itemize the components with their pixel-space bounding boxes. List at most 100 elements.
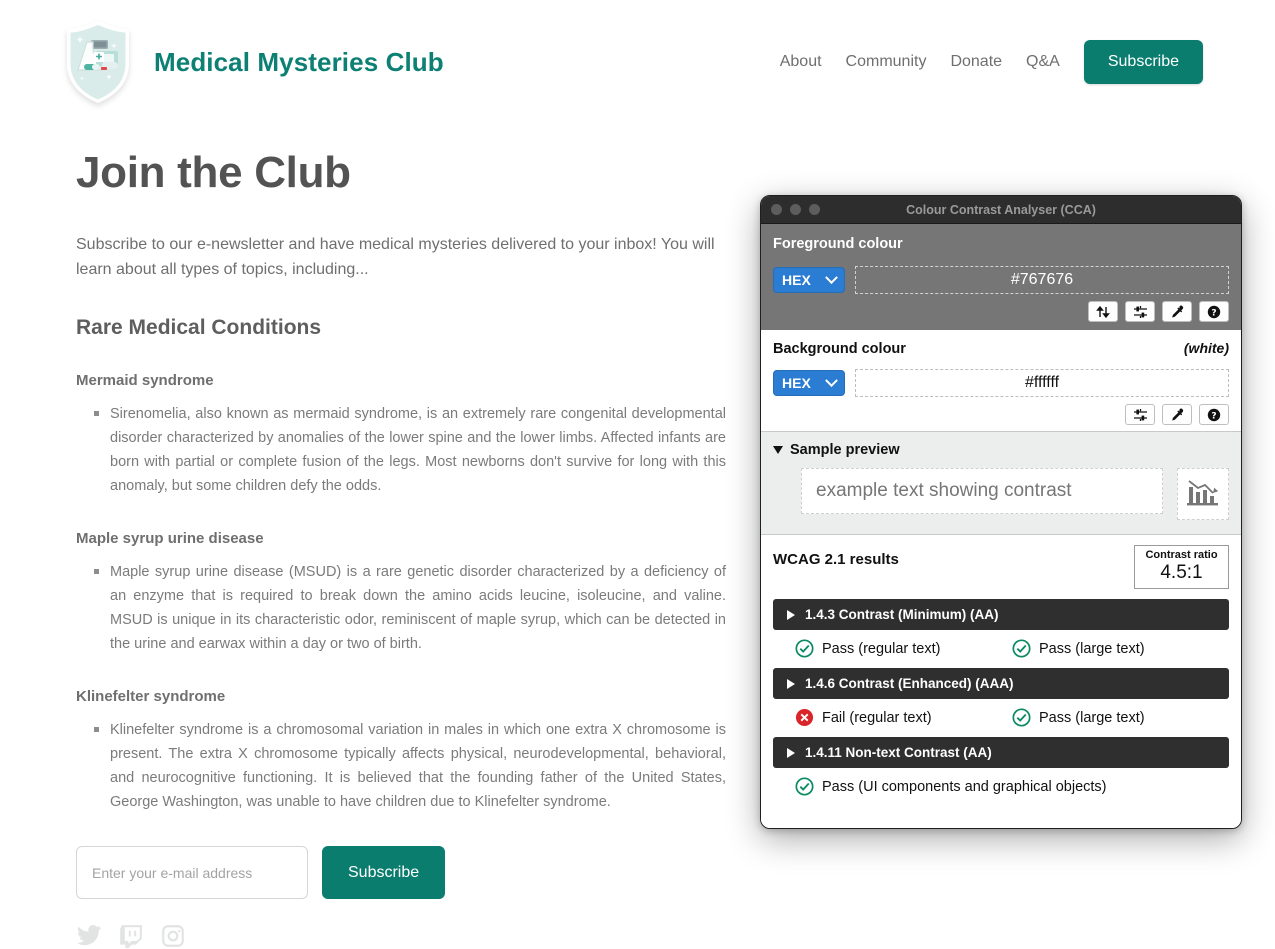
background-colour-row: HEX #ffffff — [773, 369, 1229, 397]
triangle-right-icon — [787, 747, 795, 758]
window-titlebar[interactable]: Colour Contrast Analyser (CCA) — [761, 196, 1241, 224]
help-button[interactable]: ? — [1199, 301, 1229, 322]
contrast-ratio-label: Contrast ratio — [1145, 549, 1218, 561]
wcag-results-title: WCAG 2.1 results — [773, 551, 899, 568]
wcag-results-panel: WCAG 2.1 results Contrast ratio 4.5:1 1.… — [761, 535, 1241, 828]
sliders-icon — [1133, 408, 1147, 421]
outcome-non-text: Pass (UI components and graphical object… — [795, 777, 1229, 796]
criterion-name: 1.4.11 Non-text Contrast (AA) — [805, 745, 992, 760]
help-button[interactable]: ? — [1199, 404, 1229, 425]
twitch-link[interactable] — [118, 923, 144, 949]
colour-sliders-button[interactable] — [1125, 301, 1155, 322]
foreground-label: Foreground colour — [773, 236, 903, 252]
background-format-select[interactable]: HEX — [773, 370, 845, 396]
section-title: Rare Medical Conditions — [76, 316, 322, 339]
nav-link-about[interactable]: About — [780, 53, 822, 71]
email-field[interactable] — [76, 846, 308, 899]
criterion-name: 1.4.3 Contrast (Minimum) (AA) — [805, 607, 999, 622]
background-format-value: HEX — [782, 375, 811, 391]
triangle-right-icon — [787, 609, 795, 620]
twitter-link[interactable] — [76, 923, 102, 949]
social-links — [76, 923, 726, 949]
main-navigation: About Community Donate Q&A Subscribe — [780, 40, 1203, 84]
outcome-label: Pass (regular text) — [822, 640, 941, 657]
pass-icon — [795, 777, 814, 796]
criterion-outcomes: Fail (regular text) Pass (large text) — [773, 708, 1229, 727]
sample-preview-label: Sample preview — [790, 442, 900, 458]
outcome-regular-text: Pass (regular text) — [795, 639, 1012, 658]
help-icon: ? — [1207, 408, 1221, 421]
window-traffic-lights — [771, 204, 820, 215]
sliders-icon — [1133, 305, 1147, 318]
criterion-toggle[interactable]: 1.4.3 Contrast (Minimum) (AA) — [773, 599, 1229, 630]
outcome-large-text: Pass (large text) — [1012, 639, 1229, 658]
declining-bar-chart-icon — [1187, 480, 1219, 506]
eyedropper-button[interactable] — [1162, 301, 1192, 322]
sample-preview-toggle[interactable]: Sample preview — [773, 442, 1229, 458]
medical-shield-logo-icon — [62, 18, 134, 106]
eyedropper-button[interactable] — [1162, 404, 1192, 425]
foreground-colour-row: HEX #767676 — [773, 266, 1229, 294]
page-title: Join the Club — [76, 148, 351, 197]
nav-link-donate[interactable]: Donate — [950, 53, 1002, 71]
list-item: Maple syrup urine disease (MSUD) is a ra… — [94, 560, 726, 656]
colour-contrast-analyser-window: Colour Contrast Analyser (CCA) Foregroun… — [760, 195, 1242, 829]
sample-graphic — [1177, 468, 1229, 520]
sample-text: example text showing contrast — [801, 468, 1163, 514]
subscribe-button[interactable]: Subscribe — [322, 846, 446, 899]
eyedropper-icon — [1171, 408, 1183, 420]
foreground-colour-input[interactable]: #767676 — [855, 266, 1229, 294]
header-subscribe-button[interactable]: Subscribe — [1083, 40, 1203, 84]
fail-icon — [795, 708, 814, 727]
twitter-icon — [77, 925, 102, 946]
list-item: Klinefelter syndrome is a chromosomal va… — [94, 718, 726, 814]
criterion-toggle[interactable]: 1.4.11 Non-text Contrast (AA) — [773, 737, 1229, 768]
outcome-label: Pass (large text) — [1039, 640, 1145, 657]
brand[interactable]: Medical Mysteries Club — [62, 18, 444, 106]
criterion-outcomes: Pass (UI components and graphical object… — [773, 777, 1229, 796]
criterion-toggle[interactable]: 1.4.6 Contrast (Enhanced) (AAA) — [773, 668, 1229, 699]
minimize-button[interactable] — [790, 204, 801, 215]
sample-preview-body: example text showing contrast — [773, 468, 1229, 520]
nav-link-community[interactable]: Community — [846, 53, 927, 71]
eyedropper-icon — [1171, 305, 1183, 317]
intro-paragraph: Subscribe to our e-newsletter and have m… — [76, 236, 715, 278]
outcome-label: Pass (large text) — [1039, 709, 1145, 726]
triangle-down-icon — [773, 446, 783, 454]
criterion-outcomes: Pass (regular text) Pass (large text) — [773, 639, 1229, 658]
main-content: Join the Club Subscribe to our e-newslet… — [76, 148, 726, 949]
help-icon: ? — [1207, 305, 1221, 318]
condition-list: Klinefelter syndrome is a chromosomal va… — [76, 718, 726, 814]
swap-colours-button[interactable] — [1088, 301, 1118, 322]
condition-title: Maple syrup urine disease — [76, 530, 264, 547]
background-actions: ? — [773, 404, 1229, 425]
outcome-regular-text: Fail (regular text) — [795, 708, 1012, 727]
background-label: Background colour — [773, 341, 906, 357]
background-colour-input[interactable]: #ffffff — [855, 369, 1229, 397]
foreground-actions: ? — [773, 301, 1229, 322]
site-header: Medical Mysteries Club About Community D… — [0, 0, 1245, 124]
outcome-label: Fail (regular text) — [822, 709, 932, 726]
background-colour-panel: Background colour (white) HEX #ffffff ? — [761, 330, 1241, 432]
close-button[interactable] — [771, 204, 782, 215]
nav-link-qa[interactable]: Q&A — [1026, 53, 1060, 71]
criterion-1-4-11: 1.4.11 Non-text Contrast (AA) Pass (UI c… — [773, 737, 1229, 796]
sample-preview-panel: Sample preview example text showing cont… — [761, 432, 1241, 535]
criterion-1-4-6: 1.4.6 Contrast (Enhanced) (AAA) Fail (re… — [773, 668, 1229, 727]
swap-colours-icon — [1096, 305, 1110, 318]
subscribe-form: Subscribe — [76, 846, 726, 899]
brand-name: Medical Mysteries Club — [154, 46, 444, 77]
condition-title: Klinefelter syndrome — [76, 688, 226, 705]
zoom-button[interactable] — [809, 204, 820, 215]
colour-sliders-button[interactable] — [1125, 404, 1155, 425]
window-title: Colour Contrast Analyser (CCA) — [906, 202, 1096, 217]
condition-list: Sirenomelia, also known as mermaid syndr… — [76, 402, 726, 498]
instagram-link[interactable] — [160, 923, 186, 949]
criterion-name: 1.4.6 Contrast (Enhanced) (AAA) — [805, 676, 1014, 691]
chevron-down-icon — [825, 270, 838, 284]
foreground-format-select[interactable]: HEX — [773, 267, 845, 293]
condition-title: Mermaid syndrome — [76, 372, 214, 389]
twitch-icon — [120, 925, 142, 949]
background-header: Background colour (white) — [773, 340, 1229, 357]
foreground-format-value: HEX — [782, 272, 811, 288]
